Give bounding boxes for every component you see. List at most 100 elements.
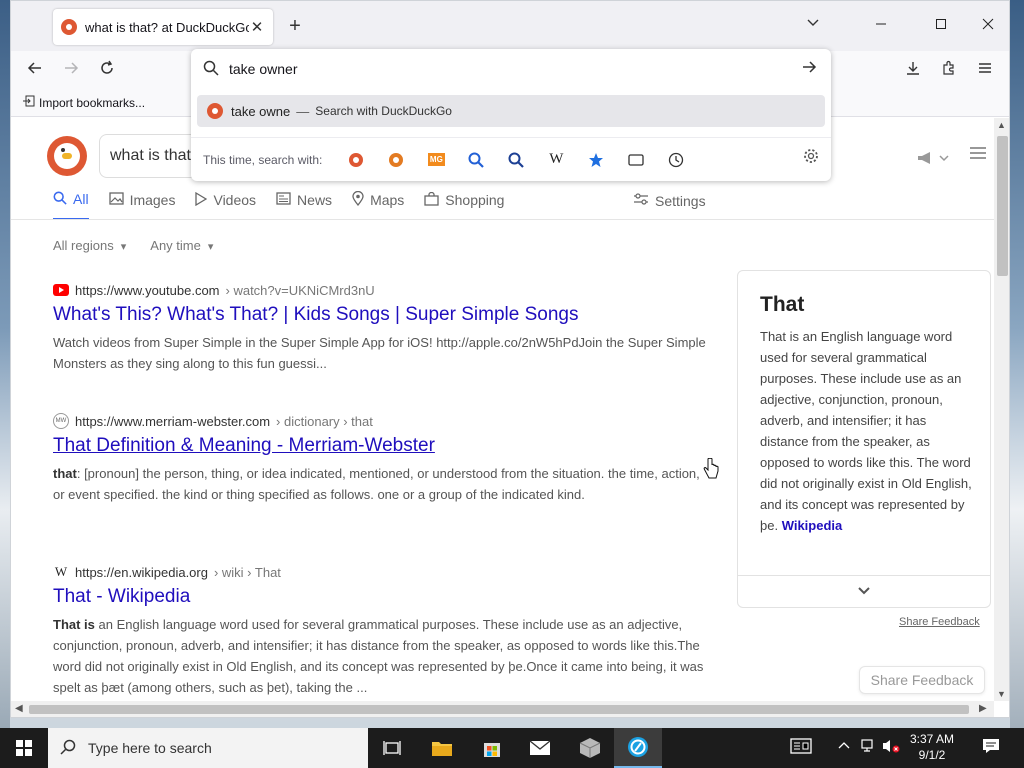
taskbar-clock[interactable]: 3:37 AM 9/1/2: [910, 731, 954, 763]
file-explorer-icon[interactable]: [418, 728, 466, 768]
back-arrow-icon[interactable]: [21, 57, 49, 83]
import-bookmarks-label: Import bookmarks...: [39, 95, 146, 110]
result-title-link[interactable]: That - Wikipedia: [53, 586, 713, 608]
network-icon[interactable]: [860, 738, 876, 757]
close-tab-icon[interactable]: ✕: [249, 18, 265, 36]
expand-panel-button[interactable]: [738, 575, 990, 607]
microsoft-store-icon[interactable]: [468, 728, 516, 768]
vertical-scrollbar[interactable]: ▲ ▼: [994, 118, 1009, 701]
history-icon[interactable]: [656, 146, 696, 174]
notifications-icon[interactable]: [982, 738, 1000, 759]
tab-shopping[interactable]: Shopping: [424, 188, 504, 220]
tab-strip: what is that? at DuckDuckGo ✕ +: [11, 1, 1009, 51]
ddg-menu-icon[interactable]: [966, 144, 990, 168]
bag-icon: [424, 191, 439, 209]
search-icon[interactable]: [456, 146, 496, 174]
mail-icon[interactable]: [516, 728, 564, 768]
share-feedback-link[interactable]: Share Feedback: [899, 616, 980, 628]
scroll-down-arrow-icon[interactable]: ▼: [997, 689, 1006, 699]
tab-videos[interactable]: Videos: [195, 188, 256, 220]
tabs-divider: [11, 219, 994, 220]
result-snippet: that: [pronoun] the person, thing, or id…: [53, 463, 713, 505]
browser-tab-active[interactable]: what is that? at DuckDuckGo ✕: [53, 9, 273, 45]
result-domain: https://www.merriam-webster.com: [75, 413, 271, 429]
extensions-icon[interactable]: [935, 57, 963, 83]
duckduckgo-icon[interactable]: [336, 146, 376, 174]
reload-icon[interactable]: [93, 57, 121, 83]
result-url[interactable]: W https://en.wikipedia.org › wiki › That: [53, 564, 713, 580]
tabs-icon[interactable]: [616, 146, 656, 174]
forward-arrow-icon[interactable]: [57, 57, 85, 83]
close-window-icon[interactable]: [973, 13, 1003, 39]
horizontal-scroll-thumb[interactable]: [29, 705, 969, 714]
search-result: https://www.youtube.com › watch?v=UKNiCM…: [53, 282, 713, 374]
duckduckgo-favicon-icon: [61, 19, 77, 35]
url-input[interactable]: [229, 61, 789, 77]
wikipedia-icon[interactable]: W: [536, 146, 576, 174]
duckduckgo-icon[interactable]: [376, 146, 416, 174]
result-url[interactable]: https://www.youtube.com › watch?v=UKNiCM…: [53, 282, 713, 298]
go-arrow-icon[interactable]: [797, 57, 821, 81]
start-button[interactable]: [0, 728, 48, 768]
maximize-icon[interactable]: [926, 13, 956, 39]
package-box-icon[interactable]: [566, 728, 614, 768]
panel-source-link[interactable]: Wikipedia: [782, 518, 843, 533]
scroll-left-arrow-icon[interactable]: ◀: [15, 703, 23, 714]
new-tab-button[interactable]: +: [283, 15, 307, 39]
share-feedback-button[interactable]: Share Feedback: [859, 666, 985, 694]
list-all-tabs-chevron-icon[interactable]: [801, 15, 825, 39]
result-domain: https://www.youtube.com: [75, 282, 220, 298]
show-hidden-icons-chevron-icon[interactable]: [838, 738, 850, 754]
snippet-bold: that: [53, 466, 77, 481]
tab-images-label: Images: [129, 192, 176, 208]
region-filter-dropdown[interactable]: All regions: [53, 238, 126, 253]
panel-body: That is an English language word used fo…: [760, 326, 974, 536]
gear-icon[interactable]: [799, 148, 823, 172]
duckduckgo-results-page: what is that All Images Videos News Maps…: [11, 118, 994, 701]
horizontal-scrollbar[interactable]: ◀ ▶: [11, 701, 994, 717]
taskbar-search-box[interactable]: Type here to search: [48, 728, 368, 768]
youtube-icon: [53, 282, 69, 298]
tab-maps-label: Maps: [370, 192, 405, 208]
one-off-label: This time, search with:: [203, 152, 323, 167]
duckduckgo-logo-icon[interactable]: [47, 136, 87, 176]
result-path: › wiki › That: [213, 564, 281, 580]
suggestion-query: take owne: [231, 103, 291, 119]
ddg-settings-button[interactable]: Settings: [633, 192, 706, 209]
result-url[interactable]: MW https://www.merriam-webster.com › dic…: [53, 413, 713, 429]
app-menu-icon[interactable]: [971, 57, 999, 83]
bookmarks-star-icon[interactable]: [576, 146, 616, 174]
news-widget-icon[interactable]: [790, 738, 812, 757]
panel-title: That: [760, 293, 805, 316]
urlbar-input-row: [191, 49, 831, 89]
vertical-scroll-thumb[interactable]: [997, 136, 1008, 276]
megaphone-icon[interactable]: [916, 150, 950, 169]
search-icon: [203, 60, 219, 79]
task-view-icon[interactable]: [368, 728, 416, 768]
minimize-icon[interactable]: [866, 13, 896, 39]
tab-all[interactable]: All: [53, 188, 89, 220]
map-pin-icon: [352, 190, 364, 209]
search-result: MW https://www.merriam-webster.com › dic…: [53, 413, 713, 505]
scroll-right-arrow-icon[interactable]: ▶: [979, 703, 987, 714]
downloads-icon[interactable]: [899, 57, 927, 83]
scroll-up-arrow-icon[interactable]: ▲: [997, 120, 1006, 130]
chevron-down-icon: [857, 583, 871, 600]
result-path: › watch?v=UKNiCMrd3nU: [225, 282, 375, 298]
tab-maps[interactable]: Maps: [352, 188, 404, 220]
result-title-link[interactable]: What's This? What's That? | Kids Songs |…: [53, 304, 713, 326]
result-snippet: Watch videos from Super Simple in the Su…: [53, 335, 706, 371]
browser-taskbar-icon[interactable]: [614, 728, 662, 768]
search-suggestion-row[interactable]: take owne — Search with DuckDuckGo: [197, 95, 825, 127]
mg-icon[interactable]: MG: [416, 146, 456, 174]
tab-news[interactable]: News: [276, 188, 332, 220]
time-filter-dropdown[interactable]: Any time: [150, 238, 213, 253]
import-bookmarks-item[interactable]: Import bookmarks...: [23, 95, 145, 110]
snippet-text: an English language word used for severa…: [53, 617, 704, 695]
tab-images[interactable]: Images: [108, 188, 176, 220]
desktop-background-right: [1010, 0, 1024, 728]
search-icon[interactable]: [496, 146, 536, 174]
windows-logo-icon: [16, 740, 32, 756]
result-title-link[interactable]: That Definition & Meaning - Merriam-Webs…: [53, 435, 713, 457]
volume-muted-icon[interactable]: [882, 738, 900, 757]
